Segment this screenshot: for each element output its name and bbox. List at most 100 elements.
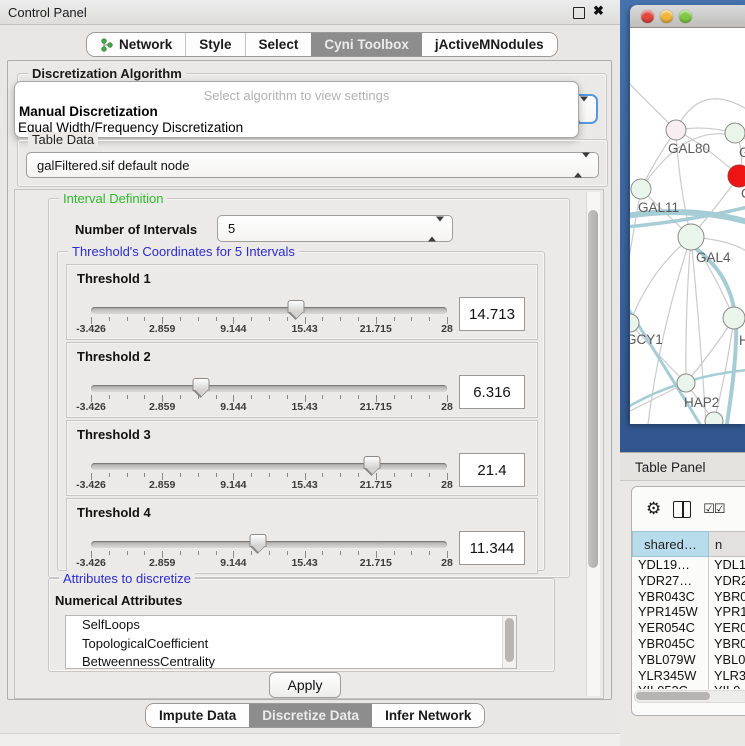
network-node[interactable] xyxy=(728,165,745,187)
tab-impute-data[interactable]: Impute Data xyxy=(146,704,249,727)
cell-shared-name[interactable]: YDL19… xyxy=(632,557,709,573)
network-node[interactable] xyxy=(725,123,745,143)
tab-style[interactable]: Style xyxy=(185,33,244,56)
panel-title: Control Panel xyxy=(8,5,87,20)
axis-label: -3.426 xyxy=(76,557,106,569)
cell-name[interactable]: YLR3 xyxy=(709,668,745,684)
scrollbar-thumb[interactable] xyxy=(588,210,598,568)
split-columns-icon[interactable] xyxy=(673,501,691,518)
cell-name[interactable]: YIL0 xyxy=(709,683,745,689)
slider-track[interactable] xyxy=(91,385,447,392)
table-row[interactable]: YLR345WYLR3 xyxy=(632,668,745,684)
cell-name[interactable]: YBR0 xyxy=(709,636,745,652)
threshold-3-label: Threshold 3 xyxy=(77,427,151,442)
network-node[interactable] xyxy=(678,224,704,250)
threshold-2-value[interactable]: 6.316 xyxy=(459,375,525,409)
slider-track[interactable] xyxy=(91,463,447,470)
node-label: GA xyxy=(739,145,745,160)
zoom-traffic-light[interactable] xyxy=(679,10,692,23)
node-label: GAL11 xyxy=(638,200,679,215)
tab-select[interactable]: Select xyxy=(245,33,312,56)
slider-handle[interactable] xyxy=(288,300,305,313)
tab-discretize-data[interactable]: Discretize Data xyxy=(249,704,372,727)
cell-name[interactable]: YDR2 xyxy=(709,573,745,589)
attribute-list-item[interactable]: SelfLoops xyxy=(66,616,516,635)
cell-name[interactable]: YER0 xyxy=(709,620,745,636)
network-node[interactable] xyxy=(705,412,723,424)
slider-track[interactable] xyxy=(91,307,447,314)
dropdown-option-manual-discretization[interactable]: Manual Discretization xyxy=(19,104,158,119)
interval-definition-title: Interval Definition xyxy=(59,191,167,206)
table-row[interactable]: YDL19…YDL1 xyxy=(632,557,745,573)
table-row[interactable]: YER054CYER0 xyxy=(632,620,745,636)
horizontal-scrollbar[interactable] xyxy=(634,690,745,703)
table-row[interactable]: YBR045CYBR0 xyxy=(632,636,745,652)
threshold-4-slider[interactable]: -3.4262.8599.14415.4321.71528 xyxy=(91,535,447,569)
minimize-traffic-light[interactable] xyxy=(660,10,673,23)
number-of-intervals-combobox[interactable]: 5 xyxy=(217,215,453,242)
cell-shared-name[interactable]: YIL052C xyxy=(632,683,709,689)
cell-shared-name[interactable]: YLR345W xyxy=(632,668,709,684)
attribute-list-item[interactable]: BetweennessCentrality xyxy=(66,653,516,669)
table-row[interactable]: YPR145WYPR1 xyxy=(632,604,745,620)
tick-mark xyxy=(198,551,199,555)
slider-handle[interactable] xyxy=(364,456,381,469)
cell-shared-name[interactable]: YBR045C xyxy=(632,636,709,652)
attribute-list-item[interactable]: TopologicalCoefficient xyxy=(66,635,516,654)
slider-track[interactable] xyxy=(91,541,447,548)
cell-name[interactable]: YDL1 xyxy=(709,557,745,573)
network-node[interactable] xyxy=(631,179,651,199)
table-row[interactable]: YBL079WYBL0 xyxy=(632,652,745,668)
threshold-4-value[interactable]: 11.344 xyxy=(459,531,525,565)
list-scrollbar[interactable] xyxy=(502,616,516,668)
axis-label: 21.715 xyxy=(360,557,392,569)
close-icon[interactable]: ✖ xyxy=(593,3,604,19)
tick-mark xyxy=(180,551,181,555)
cell-shared-name[interactable]: YER054C xyxy=(632,620,709,636)
column-header-shared[interactable]: shared… xyxy=(632,531,709,557)
table-row[interactable]: YIL052CYIL0 xyxy=(632,683,745,689)
close-traffic-light[interactable] xyxy=(641,10,654,23)
hscrollbar-thumb[interactable] xyxy=(636,692,710,700)
threshold-1-slider[interactable]: -3.4262.8599.14415.4321.71528 xyxy=(91,301,447,335)
network-node[interactable] xyxy=(723,307,745,329)
cell-shared-name[interactable]: YBL079W xyxy=(632,652,709,668)
tab-network[interactable]: Network xyxy=(87,33,185,56)
apply-button[interactable]: Apply xyxy=(269,672,341,698)
tab-cyni-toolbox[interactable]: Cyni Toolbox xyxy=(311,33,422,56)
float-window-icon[interactable] xyxy=(573,7,585,19)
vertical-scrollbar[interactable] xyxy=(586,192,600,696)
tab-jactivemnodules[interactable]: jActiveMNodules xyxy=(422,33,557,56)
tick-mark xyxy=(394,395,395,399)
network-canvas[interactable]: GAL80GACGAL11GAL4GCY1HHAP2 xyxy=(630,28,745,424)
cell-shared-name[interactable]: YDR27… xyxy=(632,573,709,589)
network-node[interactable] xyxy=(630,314,639,332)
cell-name[interactable]: YBL0 xyxy=(709,652,745,668)
gear-icon[interactable]: ⚙ xyxy=(646,499,661,519)
tick-mark xyxy=(127,551,128,555)
table-data-combobox[interactable]: galFiltered.sif default node xyxy=(26,152,599,178)
cell-name[interactable]: YBR0 xyxy=(709,589,745,605)
threshold-4-label: Threshold 4 xyxy=(77,505,151,520)
column-header-name[interactable]: n xyxy=(709,531,745,557)
tick-mark xyxy=(251,317,252,321)
threshold-coordinates-group: Threshold's Coordinates for 5 Intervals … xyxy=(57,251,545,571)
threshold-3-value[interactable]: 21.4 xyxy=(459,453,525,487)
table-row[interactable]: YDR27…YDR2 xyxy=(632,573,745,589)
cell-name[interactable]: YPR1 xyxy=(709,604,745,620)
checkbox-icons[interactable]: ☑☑ xyxy=(703,501,724,517)
threshold-2-slider[interactable]: -3.4262.8599.14415.4321.71528 xyxy=(91,379,447,413)
slider-handle[interactable] xyxy=(193,378,210,391)
table-row[interactable]: YBR043CYBR0 xyxy=(632,589,745,605)
threshold-1-value[interactable]: 14.713 xyxy=(459,297,525,331)
slider-handle[interactable] xyxy=(250,534,267,547)
tab-infer-network[interactable]: Infer Network xyxy=(372,704,484,727)
cell-shared-name[interactable]: YBR043C xyxy=(632,589,709,605)
network-edge[interactable] xyxy=(630,237,691,323)
network-node[interactable] xyxy=(677,374,695,392)
numerical-attributes-list[interactable]: SelfLoopsTopologicalCoefficientBetweenne… xyxy=(65,615,517,669)
cell-shared-name[interactable]: YPR145W xyxy=(632,604,709,620)
network-node[interactable] xyxy=(666,120,686,140)
network-edge[interactable] xyxy=(686,237,691,383)
threshold-3-slider[interactable]: -3.4262.8599.14415.4321.71528 xyxy=(91,457,447,491)
